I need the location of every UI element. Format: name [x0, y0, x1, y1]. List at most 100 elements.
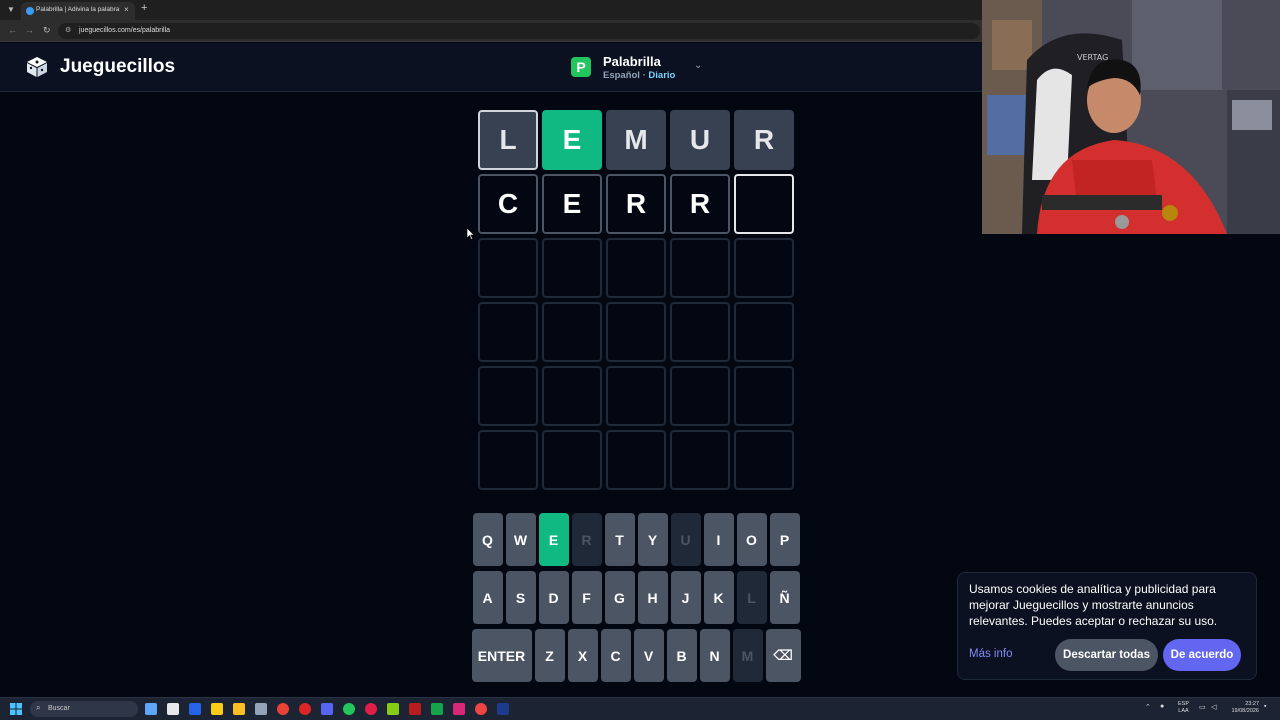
board-tile	[670, 238, 730, 298]
key-g[interactable]: G	[604, 571, 635, 624]
cube-logo-icon[interactable]	[26, 56, 48, 78]
key-w[interactable]: W	[505, 513, 536, 566]
key-e[interactable]: E	[538, 513, 569, 566]
excel-icon[interactable]	[431, 703, 443, 715]
key-m[interactable]: M	[732, 629, 763, 682]
accept-button[interactable]: De acuerdo	[1163, 639, 1241, 671]
app-icon-16[interactable]	[475, 703, 487, 715]
sticky-notes-icon[interactable]	[211, 703, 223, 715]
board-tile	[542, 430, 602, 490]
task-view-icon[interactable]	[145, 703, 157, 715]
reject-all-button[interactable]: Descartar todas	[1055, 639, 1158, 671]
key-f[interactable]: F	[571, 571, 602, 624]
game-badge-icon: P	[571, 57, 591, 77]
key-o[interactable]: O	[736, 513, 767, 566]
keyboard-row: QWERTYUIOP	[470, 513, 802, 566]
key-z[interactable]: Z	[534, 629, 565, 682]
key-u[interactable]: U	[670, 513, 701, 566]
board-row	[478, 430, 794, 490]
key-q[interactable]: Q	[472, 513, 503, 566]
key-t[interactable]: T	[604, 513, 635, 566]
mouse-pointer-icon	[467, 228, 475, 240]
microphone-icon[interactable]: ●	[1160, 703, 1164, 710]
app-icon-6[interactable]	[255, 703, 267, 715]
board-tile	[542, 238, 602, 298]
app-icon-12[interactable]	[387, 703, 399, 715]
discord-icon[interactable]	[321, 703, 333, 715]
board-tile: R	[734, 110, 794, 170]
enter-key[interactable]: ENTER	[471, 629, 532, 682]
more-info-link[interactable]: Más info	[969, 648, 1012, 660]
key-a[interactable]: A	[472, 571, 503, 624]
keyboard-layout: LAA	[1178, 708, 1189, 714]
board-tile: E	[542, 174, 602, 234]
cookie-message: Usamos cookies de analítica y publicidad…	[969, 582, 1218, 628]
board-tile	[734, 238, 794, 298]
game-title[interactable]: Palabrilla	[603, 54, 661, 69]
site-logo-text[interactable]: Jueguecillos	[60, 56, 175, 78]
site-info-icon[interactable]: ⚙	[65, 26, 71, 34]
key-k[interactable]: K	[703, 571, 734, 624]
new-tab-plus-icon[interactable]: +	[141, 2, 147, 14]
network-icon[interactable]: ▭	[1199, 703, 1206, 711]
windows-start-icon[interactable]	[10, 703, 22, 715]
taskbar-search-placeholder: Buscar	[48, 705, 70, 712]
steam-icon[interactable]	[497, 703, 509, 715]
windows-taskbar: ⌕ Buscar ⌃ ● ESP LAA ▭ ◁ 23:27 19/08/202…	[0, 697, 1280, 720]
key-n[interactable]: N	[699, 629, 730, 682]
board-tile	[478, 430, 538, 490]
url-input[interactable]: ⚙ jueguecillos.com/es/palabrilla	[58, 23, 980, 39]
board-tile	[670, 430, 730, 490]
search-icon: ⌕	[36, 703, 41, 712]
media-player-icon[interactable]	[365, 703, 377, 715]
reload-icon[interactable]: ↻	[43, 25, 51, 36]
tab-close-icon[interactable]: ×	[124, 5, 129, 14]
key-j[interactable]: J	[670, 571, 701, 624]
clock-time: 23:27	[1245, 701, 1259, 707]
board-tile	[734, 430, 794, 490]
key-enye[interactable]: Ñ	[769, 571, 800, 624]
game-language: Español	[603, 70, 640, 81]
board-tile: U	[670, 110, 730, 170]
board-tile: R	[606, 174, 666, 234]
taskbar-clock[interactable]: 23:27 19/08/2026	[1227, 701, 1259, 715]
chrome-icon[interactable]	[277, 703, 289, 715]
mail-app-icon[interactable]	[189, 703, 201, 715]
taskbar-search-input[interactable]: ⌕ Buscar	[30, 701, 138, 717]
backspace-icon[interactable]: ⌫	[765, 629, 801, 682]
key-r[interactable]: R	[571, 513, 602, 566]
forward-arrow-icon[interactable]: →	[25, 25, 34, 35]
browser-tab[interactable]: Palabrilla | Adivina la palabra del día …	[21, 2, 135, 20]
webcam-image: VERTAG	[982, 0, 1280, 234]
key-i[interactable]: I	[703, 513, 734, 566]
key-c[interactable]: C	[600, 629, 631, 682]
app-icon-15[interactable]	[453, 703, 465, 715]
board-tile: C	[478, 174, 538, 234]
key-p[interactable]: P	[769, 513, 800, 566]
file-explorer-icon[interactable]	[233, 703, 245, 715]
board-row: CERR	[478, 174, 794, 234]
key-s[interactable]: S	[505, 571, 536, 624]
language-indicator[interactable]: ESP LAA	[1178, 701, 1189, 715]
board-tile	[606, 238, 666, 298]
tray-chevron-up-icon[interactable]: ⌃	[1145, 703, 1151, 711]
app-icon-13[interactable]	[409, 703, 421, 715]
key-h[interactable]: H	[637, 571, 668, 624]
key-x[interactable]: X	[567, 629, 598, 682]
volume-icon[interactable]: ◁	[1211, 703, 1216, 711]
opera-icon[interactable]	[299, 703, 311, 715]
key-v[interactable]: V	[633, 629, 664, 682]
tab-list-chevron-icon[interactable]: ▼	[4, 3, 18, 17]
cookie-consent-banner: Usamos cookies de analítica y publicidad…	[957, 572, 1257, 680]
game-subtitle: Español · Diario	[603, 70, 675, 81]
game-menu-chevron-down-icon[interactable]: ⌄	[694, 60, 702, 71]
back-arrow-icon[interactable]: ←	[8, 25, 17, 35]
key-b[interactable]: B	[666, 629, 697, 682]
board-row	[478, 366, 794, 426]
notifications-icon[interactable]: ▪	[1264, 703, 1266, 710]
widgets-icon[interactable]	[167, 703, 179, 715]
xbox-icon[interactable]	[343, 703, 355, 715]
key-d[interactable]: D	[538, 571, 569, 624]
key-y[interactable]: Y	[637, 513, 668, 566]
key-l[interactable]: L	[736, 571, 767, 624]
